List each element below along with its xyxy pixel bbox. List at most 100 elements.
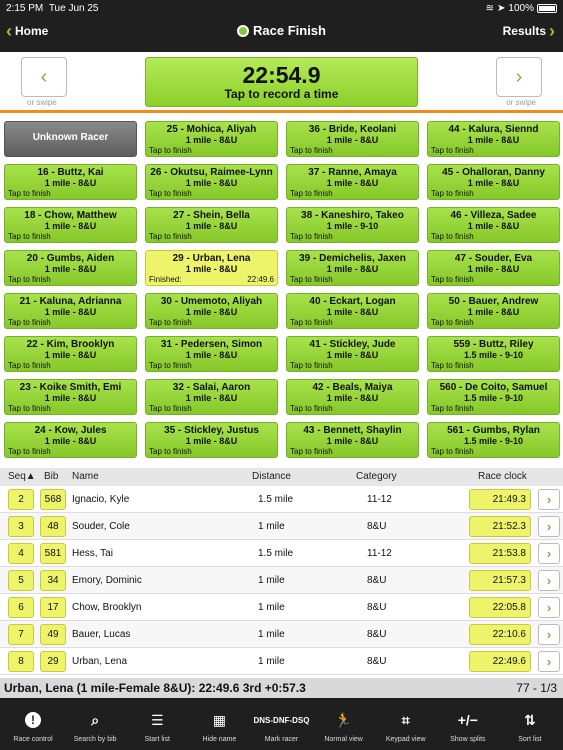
racer-button[interactable]: 39 - Demichelis, Jaxen 1 mile - 8&U Tap to… xyxy=(286,250,419,286)
start-list-button[interactable]: ☰ Start list xyxy=(126,698,188,750)
chevron-right-icon[interactable]: › xyxy=(538,489,560,510)
chevron-right-icon[interactable]: › xyxy=(538,543,560,564)
racer-button[interactable]: 47 - Souder, Eva 1 mile - 8&U Tap to finis… xyxy=(427,250,560,286)
racer-name: 20 - Gumbs, Aiden xyxy=(26,253,115,264)
racer-button[interactable]: 561 - Gumbs, Rylan 1.5 mile - 9-10 Tap to … xyxy=(427,422,560,458)
racer-button[interactable]: 25 - Mohica, Aliyah 1 mile - 8&U Tap to fi… xyxy=(145,121,278,157)
chevron-right-icon[interactable]: › xyxy=(538,651,560,672)
results-button[interactable]: Results › xyxy=(503,22,555,40)
racer-status: Tap to finish xyxy=(149,318,192,327)
racer-button[interactable]: 26 - Okutsu, Raimee-Lynn 1 mile - 8&U Tap … xyxy=(145,164,278,200)
table-row[interactable]: 4 581 Hess, Tai 1.5 mile 11-12 21:53.8 › xyxy=(0,540,563,567)
col-race-clock[interactable]: Race clock xyxy=(478,471,527,482)
racer-button[interactable]: 35 - Stickley, Justus 1 mile - 8&U Tap to … xyxy=(145,422,278,458)
search-by-bib-button[interactable]: ⌕ Search by bib xyxy=(64,698,126,750)
racer-button[interactable]: 560 - De Coito, Samuel 1.5 mile - 9-10 Tap… xyxy=(427,379,560,415)
col-category[interactable]: Category xyxy=(356,471,397,482)
wifi-icon: ≋ xyxy=(485,3,495,14)
top-bar: 2:15 PM Tue Jun 25 ≋ ➤ 100% ‹ Home Race … xyxy=(0,0,563,52)
race-clock-cell[interactable]: 21:49.3 xyxy=(469,489,531,510)
race-clock-cell[interactable]: 22:10.6 xyxy=(469,624,531,645)
chevron-right-icon[interactable]: › xyxy=(538,624,560,645)
racer-button[interactable]: 27 - Shein, Bella 1 mile - 8&U Tap to fini… xyxy=(145,207,278,243)
racer-button[interactable]: 32 - Salai, Aaron 1 mile - 8&U Tap to fini… xyxy=(145,379,278,415)
racer-status: Tap to finish xyxy=(431,275,474,284)
racer-category: 1 mile - 8&U xyxy=(467,221,520,231)
racer-category: 1.5 mile - 9-10 xyxy=(463,436,524,446)
racer-category: 1 mile - 8&U xyxy=(326,307,379,317)
racer-button[interactable]: 559 - Buttz, Riley 1.5 mile - 9-10 Tap to … xyxy=(427,336,560,372)
racer-button[interactable]: 31 - Pedersen, Simon 1 mile - 8&U Tap to f… xyxy=(145,336,278,372)
race-clock-cell[interactable]: 21:52.3 xyxy=(469,516,531,537)
racer-status: Tap to finish xyxy=(149,189,192,198)
racer-name: 559 - Buttz, Riley xyxy=(453,339,534,350)
racer-button[interactable]: 24 - Kow, Jules 1 mile - 8&U Tap to finish xyxy=(4,422,137,458)
category-cell: 8&U xyxy=(367,656,387,667)
race-control-button[interactable]: ! Race control xyxy=(2,698,64,750)
racer-button[interactable]: 37 - Ranne, Amaya 1 mile - 8&U Tap to fini… xyxy=(286,164,419,200)
chevron-right-icon[interactable]: › xyxy=(538,597,560,618)
chevron-right-icon[interactable]: › xyxy=(538,516,560,537)
distance-cell: 1 mile xyxy=(258,629,285,640)
table-row[interactable]: 2 568 Ignacio, Kyle 1.5 mile 11-12 21:49.3 › xyxy=(0,486,563,513)
racer-button[interactable]: 43 - Bennett, Shaylin 1 mile - 8&U Tap to … xyxy=(286,422,419,458)
mark-racer-button[interactable]: DNS-DNF-DSQ Mark racer xyxy=(250,698,312,750)
race-clock-cell[interactable]: 21:57.3 xyxy=(469,570,531,591)
col-bib[interactable]: Bib xyxy=(44,471,58,482)
racer-name: 22 - Kim, Brooklyn xyxy=(26,339,115,350)
distance-cell: 1.5 mile xyxy=(258,548,294,559)
sort-list-button[interactable]: ⇅ Sort list xyxy=(499,698,561,750)
racer-button[interactable]: 38 - Kaneshiro, Takeo 1 mile - 9-10 Tap to… xyxy=(286,207,419,243)
racer-button[interactable]: 46 - Villeza, Sadee 1 mile - 8&U Tap to fi… xyxy=(427,207,560,243)
race-clock-cell[interactable]: 22:05.8 xyxy=(469,597,531,618)
table-row[interactable]: 5 34 Emory, Dominic 1 mile 8&U 21:57.3 › xyxy=(0,567,563,594)
col-distance[interactable]: Distance xyxy=(252,471,291,482)
racer-button[interactable]: 21 - Kaluna, Adrianna 1 mile - 8&U Tap to … xyxy=(4,293,137,329)
chevron-right-icon[interactable]: › xyxy=(538,570,560,591)
racer-name: 41 - Stickley, Jude xyxy=(309,339,396,350)
racer-category: 1 mile - 8&U xyxy=(44,393,97,403)
racer-status: Tap to finish xyxy=(431,189,474,198)
name-cell: Bauer, Lucas xyxy=(72,629,131,640)
normal-view-button[interactable]: 🏃 Normal view xyxy=(313,698,375,750)
next-button[interactable]: › xyxy=(496,57,542,97)
racer-status: Tap to finish xyxy=(431,447,474,456)
page-indicator: 77 - 1/3 xyxy=(516,681,557,695)
racer-category: 1 mile - 8&U xyxy=(326,135,379,145)
racer-button[interactable]: 50 - Bauer, Andrew 1 mile - 8&U Tap to fin… xyxy=(427,293,560,329)
racer-button[interactable]: 20 - Gumbs, Aiden 1 mile - 8&U Tap to fini… xyxy=(4,250,137,286)
racer-button[interactable]: 41 - Stickley, Jude 1 mile - 8&U Tap to fi… xyxy=(286,336,419,372)
hide-name-button[interactable]: ▦ Hide name xyxy=(188,698,250,750)
table-row[interactable]: 3 48 Souder, Cole 1 mile 8&U 21:52.3 › xyxy=(0,513,563,540)
unknown-racer-button[interactable]: Unknown Racer xyxy=(4,121,137,157)
racer-name: 43 - Bennett, Shaylin xyxy=(303,425,402,436)
racer-button[interactable]: 18 - Chow, Matthew 1 mile - 8&U Tap to fin… xyxy=(4,207,137,243)
table-row[interactable]: 6 17 Chow, Brooklyn 1 mile 8&U 22:05.8 › xyxy=(0,594,563,621)
race-clock-cell[interactable]: 22:49.6 xyxy=(469,651,531,672)
race-clock-cell[interactable]: 21:53.8 xyxy=(469,543,531,564)
show-splits-button[interactable]: +/− Show splits xyxy=(437,698,499,750)
racer-button[interactable]: 42 - Beals, Maiya 1 mile - 8&U Tap to fini… xyxy=(286,379,419,415)
previous-button[interactable]: ‹ xyxy=(21,57,67,97)
keypad-view-button[interactable]: ⌗ Keypad view xyxy=(375,698,437,750)
toolbar-label: Hide name xyxy=(202,736,237,743)
col-seq[interactable]: Seq▲ xyxy=(8,471,36,482)
col-name[interactable]: Name xyxy=(72,471,99,482)
racer-button[interactable]: 44 - Kalura, Siennd 1 mile - 8&U Tap to fi… xyxy=(427,121,560,157)
racer-button[interactable]: 22 - Kim, Brooklyn 1 mile - 8&U Tap to fin… xyxy=(4,336,137,372)
racer-button[interactable]: 23 - Koike Smith, Emi 1 mile - 8&U Tap to … xyxy=(4,379,137,415)
racer-button[interactable]: 36 - Bride, Keolani 1 mile - 8&U Tap to fi… xyxy=(286,121,419,157)
racer-button[interactable]: 40 - Eckart, Logan 1 mile - 8&U Tap to fin… xyxy=(286,293,419,329)
racer-button[interactable]: 16 - Buttz, Kai 1 mile - 8&U Tap to finish xyxy=(4,164,137,200)
racer-status: Tap to finish xyxy=(290,447,333,456)
racer-button[interactable]: 30 - Umemoto, Aliyah 1 mile - 8&U Tap to f… xyxy=(145,293,278,329)
bib-cell: 29 xyxy=(40,651,66,672)
table-row[interactable]: 7 49 Bauer, Lucas 1 mile 8&U 22:10.6 › xyxy=(0,621,563,648)
bib-cell: 581 xyxy=(40,543,66,564)
racer-button[interactable]: 29 - Urban, Lena 1 mile - 8&U Finished: 22:… xyxy=(145,250,278,286)
racer-button[interactable]: 45 - Ohalloran, Danny 1 mile - 8&U Tap to … xyxy=(427,164,560,200)
distance-cell: 1 mile xyxy=(258,575,285,586)
record-time-button[interactable]: 22:54.9 Tap to record a time xyxy=(145,57,418,107)
table-row[interactable]: 8 29 Urban, Lena 1 mile 8&U 22:49.6 › xyxy=(0,648,563,675)
race-clock: 22:54.9 xyxy=(242,62,321,88)
